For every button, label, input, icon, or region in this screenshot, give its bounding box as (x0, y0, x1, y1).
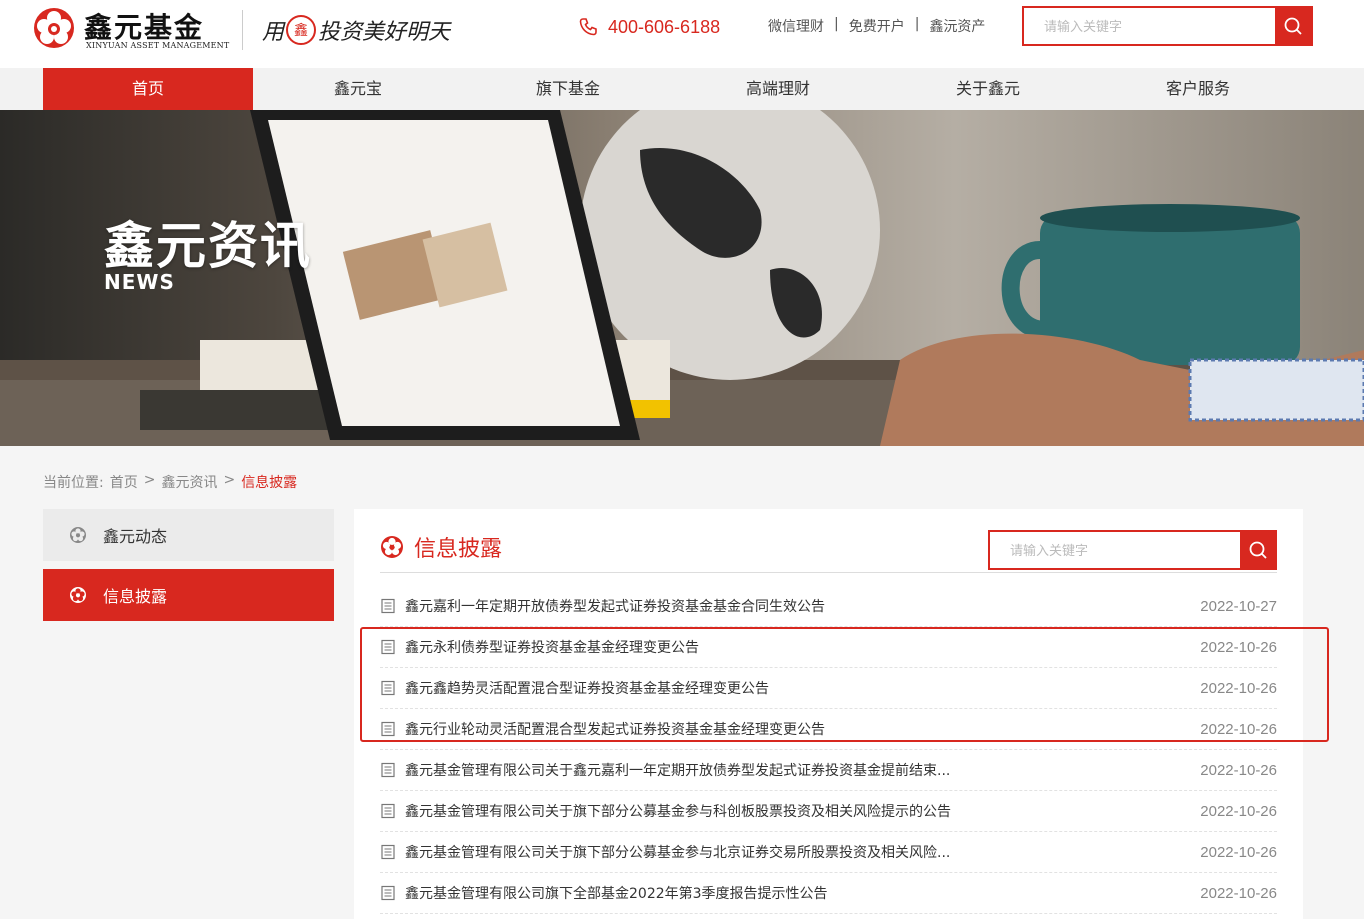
list-item-date: 2022-10-26 (1200, 884, 1277, 902)
list-item-date: 2022-10-26 (1200, 761, 1277, 779)
document-icon (381, 844, 395, 860)
nav-item-customer-service[interactable]: 客户服务 (1093, 68, 1303, 110)
hotline-number: 400-606-6188 (608, 16, 721, 37)
document-icon (381, 803, 395, 819)
panel-heading: 信息披露 (380, 531, 502, 563)
link-xinyuan-assets[interactable]: 鑫沅资产 (929, 16, 985, 36)
sidebar-item-label: 信息披露 (103, 587, 168, 606)
breadcrumb-home[interactable]: 首页 (110, 472, 138, 492)
slogan-text: 投资美好明天 (318, 20, 451, 45)
flower-icon (70, 527, 86, 543)
document-icon (381, 762, 395, 778)
logo-english-name: XINYUAN ASSET MANAGEMENT (86, 41, 230, 50)
list-item-title[interactable]: 鑫元基金管理有限公司关于旗下部分公募基金参与北京证券交易所股票投资及相关风险..… (405, 842, 950, 862)
nav-item-private-wealth[interactable]: 高端理财 (673, 68, 883, 110)
nav-item-about[interactable]: 关于鑫元 (883, 68, 1093, 110)
panel-divider (380, 572, 1277, 573)
header-search-button[interactable] (1275, 8, 1311, 44)
panel-search (988, 530, 1277, 570)
list-item[interactable]: 鑫元行业轮动灵活配置混合型发起式证券投资基金基金经理变更公告 2022-10-2… (380, 709, 1277, 750)
list-item-date: 2022-10-26 (1200, 638, 1277, 656)
document-icon (381, 680, 395, 696)
list-item-title[interactable]: 鑫元永利债券型证券投资基金基金经理变更公告 (405, 637, 699, 657)
sidebar: 鑫元动态 信息披露 (43, 509, 334, 629)
search-icon (1249, 541, 1267, 559)
disclosure-list: 鑫元嘉利一年定期开放债券型发起式证券投资基金基金合同生效公告 2022-10-2… (380, 586, 1277, 914)
slogan-prefix: 用 (262, 20, 285, 45)
list-item-title[interactable]: 鑫元基金管理有限公司关于旗下部分公募基金参与科创板股票投资及相关风险提示的公告 (405, 801, 951, 821)
list-item-date: 2022-10-26 (1200, 843, 1277, 861)
breadcrumb: 当前位置: 首页 > 鑫元资讯 > 信息披露 (43, 472, 297, 492)
sidebar-item-label: 鑫元动态 (103, 527, 168, 546)
link-separator: | (834, 16, 839, 32)
list-item[interactable]: 鑫元基金管理有限公司旗下全部基金2022年第3季度报告提示性公告 2022-10… (380, 873, 1277, 914)
document-icon (381, 885, 395, 901)
breadcrumb-label: 当前位置: (43, 475, 104, 491)
logo-chinese-name: 鑫元基金 (84, 11, 205, 44)
list-item[interactable]: 鑫元鑫趋势灵活配置混合型证券投资基金基金经理变更公告 2022-10-26 (380, 668, 1277, 709)
list-item-title[interactable]: 鑫元嘉利一年定期开放债券型发起式证券投资基金基金合同生效公告 (405, 596, 825, 616)
list-item[interactable]: 鑫元基金管理有限公司关于旗下部分公募基金参与科创板股票投资及相关风险提示的公告 … (380, 791, 1277, 832)
breadcrumb-news[interactable]: 鑫元资讯 (161, 472, 217, 492)
panel-search-input[interactable] (990, 532, 1240, 568)
site-logo[interactable]: 鑫元基金 XINYUAN ASSET MANAGEMENT (30, 4, 229, 54)
banner-photo (0, 110, 1364, 446)
breadcrumb-separator: > (223, 472, 236, 488)
banner-subtitle: NEWS (104, 270, 175, 294)
list-item-title[interactable]: 鑫元基金管理有限公司旗下全部基金2022年第3季度报告提示性公告 (405, 883, 828, 903)
link-separator: | (914, 16, 920, 32)
top-links: 微信理财 | 免费开户 | 鑫沅资产 (768, 16, 985, 36)
list-item-date: 2022-10-26 (1200, 720, 1277, 738)
phone-icon (579, 18, 597, 36)
panel-title: 信息披露 (414, 537, 503, 562)
slogan-seal: 鑫 (286, 15, 317, 45)
sidebar-item-dynamics[interactable]: 鑫元动态 (43, 509, 334, 561)
list-item[interactable]: 鑫元嘉利一年定期开放债券型发起式证券投资基金基金合同生效公告 2022-10-2… (380, 586, 1277, 627)
news-banner: 鑫元资讯 NEWS (0, 110, 1364, 446)
disclosure-panel: 信息披露 鑫元嘉利一年定期开放债券型发起式证券投资基金基金合同生效公告 2022… (354, 509, 1303, 919)
breadcrumb-current: 信息披露 (241, 475, 298, 491)
document-icon (381, 598, 395, 614)
panel-search-button[interactable] (1240, 532, 1275, 568)
list-item-title[interactable]: 鑫元行业轮动灵活配置混合型发起式证券投资基金基金经理变更公告 (405, 719, 825, 739)
document-icon (381, 721, 395, 737)
list-item[interactable]: 鑫元永利债券型证券投资基金基金经理变更公告 2022-10-26 (380, 627, 1277, 668)
document-icon (381, 639, 395, 655)
nav-item-xinyuanbao[interactable]: 鑫元宝 (253, 68, 463, 110)
flower-icon (70, 587, 86, 603)
list-item-date: 2022-10-26 (1200, 802, 1277, 820)
main-nav: 首页 鑫元宝 旗下基金 高端理财 关于鑫元 客户服务 (0, 68, 1364, 110)
list-item-title[interactable]: 鑫元基金管理有限公司关于鑫元嘉利一年定期开放债券型发起式证券投资基金提前结束..… (405, 760, 950, 780)
list-item-date: 2022-10-27 (1200, 597, 1277, 615)
site-header: 鑫元基金 XINYUAN ASSET MANAGEMENT 用 鑫 投资美好明天… (0, 0, 1364, 68)
list-item[interactable]: 鑫元基金管理有限公司关于旗下部分公募基金参与北京证券交易所股票投资及相关风险..… (380, 832, 1277, 873)
flower-icon (381, 536, 403, 558)
search-icon (1284, 17, 1302, 35)
header-search (1022, 6, 1313, 46)
list-item[interactable]: 鑫元基金管理有限公司关于鑫元嘉利一年定期开放债券型发起式证券投资基金提前结束..… (380, 750, 1277, 791)
link-wechat-finance[interactable]: 微信理财 (768, 16, 824, 36)
list-item-title[interactable]: 鑫元鑫趋势灵活配置混合型证券投资基金基金经理变更公告 (405, 678, 769, 698)
hotline: 400-606-6188 (578, 14, 720, 40)
breadcrumb-separator: > (143, 472, 156, 488)
header-search-input[interactable] (1024, 8, 1276, 44)
header-divider (242, 10, 243, 50)
list-item-date: 2022-10-26 (1200, 679, 1277, 697)
flower-logo-icon (34, 8, 74, 48)
link-open-account[interactable]: 免费开户 (849, 16, 905, 36)
sidebar-item-disclosure[interactable]: 信息披露 (43, 569, 334, 621)
banner-title: 鑫元资讯 (104, 217, 312, 275)
nav-item-funds[interactable]: 旗下基金 (463, 68, 673, 110)
nav-item-home[interactable]: 首页 (43, 68, 253, 110)
slogan: 用 鑫 投资美好明天 (262, 10, 450, 50)
